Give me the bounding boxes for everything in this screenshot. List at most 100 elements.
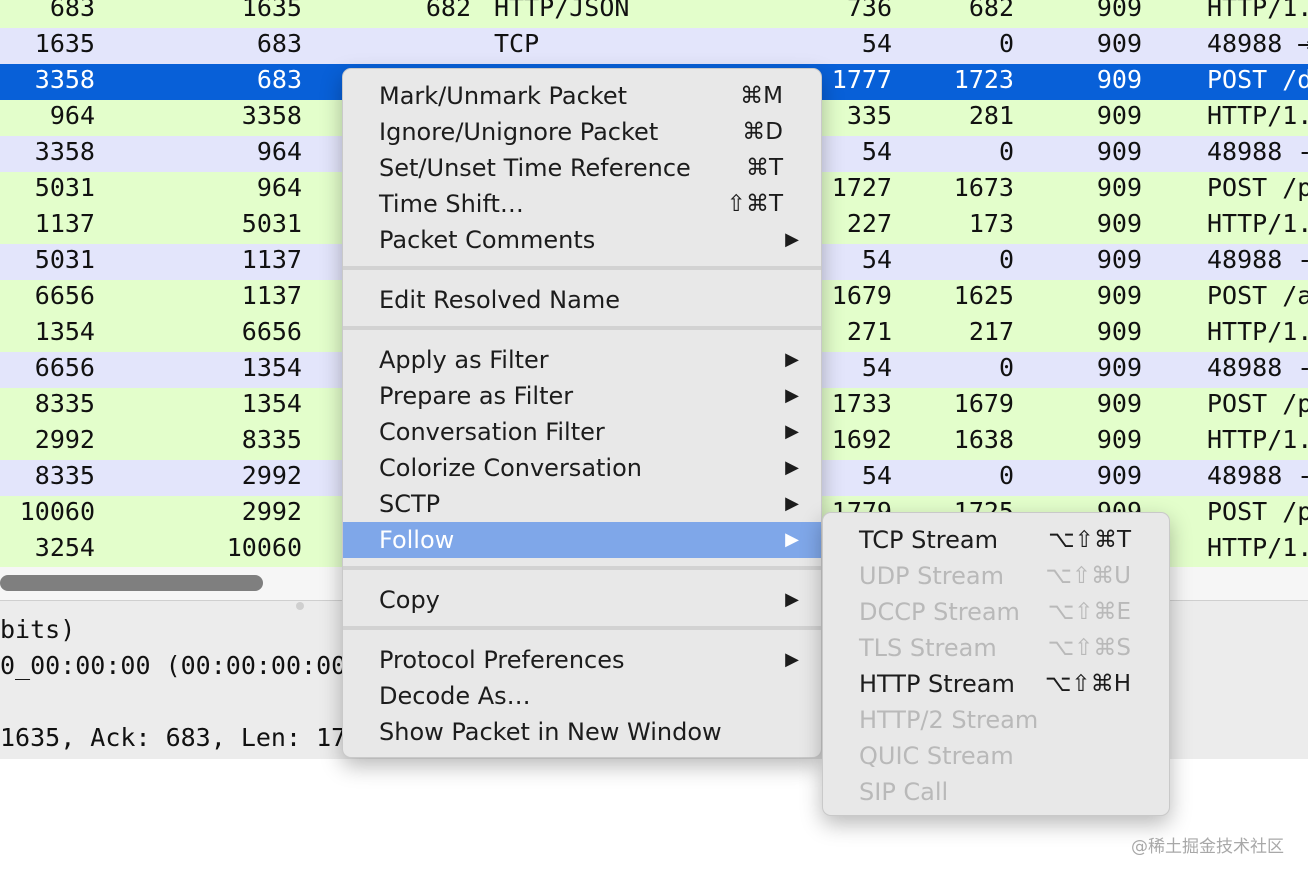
cell-length: 54 bbox=[861, 29, 892, 58]
cell-info: HTTP/1. bbox=[1207, 101, 1308, 130]
menu-item-packet-comments[interactable]: Packet Comments ▶ bbox=[343, 222, 821, 258]
menu-item-protocol-preferences[interactable]: Protocol Preferences ▶ bbox=[343, 642, 821, 678]
submenu-arrow-icon: ▶ bbox=[785, 229, 799, 250]
menu-item-label: Colorize Conversation bbox=[379, 454, 642, 482]
submenu-item-tcp-stream[interactable]: TCP Stream ⌥⇧⌘T bbox=[823, 522, 1169, 558]
cell-info: POST /d bbox=[1207, 65, 1308, 94]
menu-item-colorize-conversation[interactable]: Colorize Conversation ▶ bbox=[343, 450, 821, 486]
cell-info: 48988 → bbox=[1207, 29, 1308, 58]
cell-length: 335 bbox=[846, 101, 892, 130]
cell-info: HTTP/1. bbox=[1207, 533, 1308, 562]
cell-col2: 5031 bbox=[241, 209, 302, 238]
shortcut-label: ⌘D bbox=[742, 119, 783, 145]
cell-window: 909 bbox=[1096, 65, 1142, 94]
shortcut-label: ⌥⇧⌘E bbox=[1047, 599, 1131, 625]
cell-col2: 2992 bbox=[241, 497, 302, 526]
submenu-arrow-icon: ▶ bbox=[785, 529, 799, 550]
submenu-item-udp-stream: UDP Stream ⌥⇧⌘U bbox=[823, 558, 1169, 594]
packet-row[interactable]: 683 1635 682 HTTP/JSON 736 682 909 HTTP/… bbox=[0, 0, 1308, 28]
shortcut-label: ⌥⇧⌘H bbox=[1044, 671, 1131, 697]
cell-length: 54 bbox=[861, 461, 892, 490]
cell-info: HTTP/1. bbox=[1207, 0, 1308, 22]
cell-info: HTTP/1. bbox=[1207, 209, 1308, 238]
submenu-item-quic-stream: QUIC Stream bbox=[823, 738, 1169, 774]
menu-item-mark-packet[interactable]: Mark/Unmark Packet ⌘M bbox=[343, 78, 821, 114]
cell-col1: 2992 bbox=[34, 425, 95, 454]
cell-info: 48988 - bbox=[1207, 353, 1308, 382]
cell-col2: 3358 bbox=[241, 101, 302, 130]
menu-item-label: Show Packet in New Window bbox=[379, 718, 722, 746]
cell-col1: 6656 bbox=[34, 281, 95, 310]
cell-window: 909 bbox=[1096, 461, 1142, 490]
cell-protocol: HTTP/JSON bbox=[494, 0, 630, 22]
cell-seglen: 0 bbox=[998, 461, 1014, 490]
menu-item-sctp[interactable]: SCTP ▶ bbox=[343, 486, 821, 522]
scrollbar-thumb[interactable] bbox=[0, 575, 263, 591]
cell-length: 736 bbox=[846, 0, 892, 22]
cell-col1: 1354 bbox=[34, 317, 95, 346]
menu-item-show-packet-new-window[interactable]: Show Packet in New Window bbox=[343, 714, 821, 750]
cell-seglen: 1638 bbox=[953, 425, 1014, 454]
menu-item-label: TCP Stream bbox=[859, 526, 998, 554]
cell-length: 1777 bbox=[831, 65, 892, 94]
cell-info: HTTP/1. bbox=[1207, 425, 1308, 454]
detail-line[interactable]: bits) bbox=[0, 615, 75, 644]
menu-item-label: HTTP Stream bbox=[859, 670, 1015, 698]
menu-item-label: TLS Stream bbox=[859, 634, 997, 662]
submenu-item-http-stream[interactable]: HTTP Stream ⌥⇧⌘H bbox=[823, 666, 1169, 702]
shortcut-label: ⌥⇧⌘S bbox=[1047, 635, 1131, 661]
cell-col1: 3358 bbox=[34, 65, 95, 94]
cell-col1: 5031 bbox=[34, 173, 95, 202]
menu-item-label: Edit Resolved Name bbox=[379, 286, 620, 314]
cell-seglen: 1723 bbox=[953, 65, 1014, 94]
menu-separator bbox=[343, 566, 821, 570]
cell-col2: 6656 bbox=[241, 317, 302, 346]
detail-line[interactable]: 0_00:00:00 (00:00:00:00 bbox=[0, 651, 346, 680]
menu-item-decode-as[interactable]: Decode As… bbox=[343, 678, 821, 714]
submenu-item-dccp-stream: DCCP Stream ⌥⇧⌘E bbox=[823, 594, 1169, 630]
menu-item-ignore-packet[interactable]: Ignore/Unignore Packet ⌘D bbox=[343, 114, 821, 150]
packet-row[interactable]: 1635 683 TCP 54 0 909 48988 → bbox=[0, 28, 1308, 64]
cell-seglen: 0 bbox=[998, 137, 1014, 166]
submenu-arrow-icon: ▶ bbox=[785, 457, 799, 478]
menu-item-conversation-filter[interactable]: Conversation Filter ▶ bbox=[343, 414, 821, 450]
cell-seglen: 281 bbox=[968, 101, 1014, 130]
cell-col2: 2992 bbox=[241, 461, 302, 490]
menu-item-label: DCCP Stream bbox=[859, 598, 1020, 626]
follow-submenu: TCP Stream ⌥⇧⌘T UDP Stream ⌥⇧⌘U DCCP Str… bbox=[822, 512, 1170, 816]
menu-item-prepare-as-filter[interactable]: Prepare as Filter ▶ bbox=[343, 378, 821, 414]
menu-item-time-shift[interactable]: Time Shift… ⇧⌘T bbox=[343, 186, 821, 222]
menu-item-copy[interactable]: Copy ▶ bbox=[343, 582, 821, 618]
menu-item-edit-resolved-name[interactable]: Edit Resolved Name bbox=[343, 282, 821, 318]
cell-seglen: 682 bbox=[968, 0, 1014, 22]
watermark: @稀土掘金技术社区 bbox=[1131, 837, 1284, 857]
packet-context-menu: Mark/Unmark Packet ⌘M Ignore/Unignore Pa… bbox=[342, 68, 822, 758]
cell-seglen: 1679 bbox=[953, 389, 1014, 418]
menu-item-label: SCTP bbox=[379, 490, 441, 518]
shortcut-label: ⌥⇧⌘T bbox=[1048, 527, 1131, 553]
cell-window: 909 bbox=[1096, 0, 1142, 22]
menu-item-label: Follow bbox=[379, 526, 455, 554]
menu-item-apply-as-filter[interactable]: Apply as Filter ▶ bbox=[343, 342, 821, 378]
cell-col2: 964 bbox=[256, 137, 302, 166]
cell-window: 909 bbox=[1096, 425, 1142, 454]
cell-info: 48988 - bbox=[1207, 245, 1308, 274]
splitter-handle[interactable] bbox=[296, 602, 304, 610]
cell-seglen: 0 bbox=[998, 353, 1014, 382]
cell-window: 909 bbox=[1096, 173, 1142, 202]
cell-info: HTTP/1. bbox=[1207, 317, 1308, 346]
detail-line[interactable]: 1635, Ack: 683, Len: 17 bbox=[0, 723, 346, 752]
menu-item-label: Ignore/Unignore Packet bbox=[379, 118, 659, 146]
cell-length: 227 bbox=[846, 209, 892, 238]
cell-length: 271 bbox=[846, 317, 892, 346]
cell-col1: 1137 bbox=[34, 209, 95, 238]
menu-item-label: Set/Unset Time Reference bbox=[379, 154, 691, 182]
menu-item-follow[interactable]: Follow ▶ bbox=[343, 522, 821, 558]
cell-window: 909 bbox=[1096, 353, 1142, 382]
menu-item-label: SIP Call bbox=[859, 778, 949, 806]
submenu-arrow-icon: ▶ bbox=[785, 649, 799, 670]
cell-col2: 1137 bbox=[241, 245, 302, 274]
shortcut-label: ⌘M bbox=[740, 83, 783, 109]
shortcut-label: ⇧⌘T bbox=[726, 191, 783, 217]
menu-item-time-reference[interactable]: Set/Unset Time Reference ⌘T bbox=[343, 150, 821, 186]
